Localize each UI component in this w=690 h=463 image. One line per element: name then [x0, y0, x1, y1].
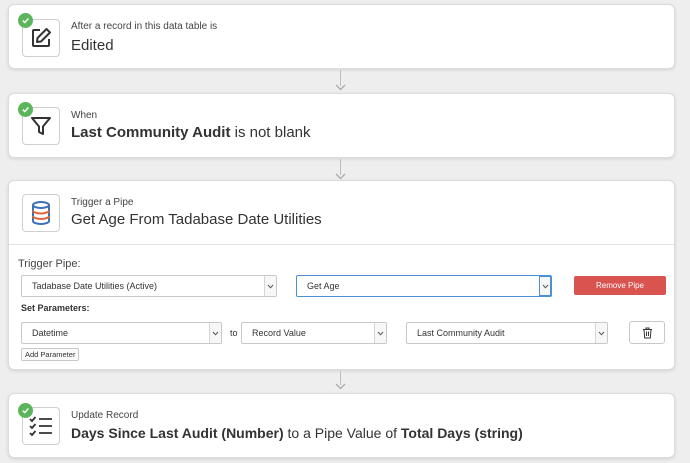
- pipe-title: Get Age From Tadabase Date Utilities: [71, 211, 322, 228]
- trigger-subtitle: After a record in this data table is: [71, 21, 218, 32]
- trigger-card[interactable]: After a record in this data table is Edi…: [8, 4, 675, 69]
- chevron-down-icon[interactable]: [539, 276, 551, 296]
- update-subtitle: Update Record: [71, 410, 139, 421]
- pipe-select[interactable]: Tadabase Date Utilities (Active): [21, 275, 277, 297]
- condition-card[interactable]: When Last Community Audit is not blank: [8, 93, 675, 158]
- database-icon: [22, 194, 60, 232]
- value-field-value: Last Community Audit: [417, 328, 505, 338]
- chevron-down-icon[interactable]: [595, 323, 607, 343]
- update-text: Days Since Last Audit (Number) to a Pipe…: [71, 425, 523, 441]
- pipe-card[interactable]: Trigger a Pipe Get Age From Tadabase Dat…: [8, 180, 675, 370]
- arrow-down-icon: [335, 84, 346, 91]
- check-icon: [18, 13, 33, 28]
- check-icon: [18, 102, 33, 117]
- set-parameters-label: Set Parameters:: [21, 303, 90, 313]
- to-label: to: [230, 328, 238, 338]
- condition-field: Last Community Audit: [71, 124, 231, 141]
- add-parameter-button[interactable]: Add Parameter: [21, 348, 80, 361]
- delete-param-button[interactable]: [629, 321, 665, 344]
- function-select[interactable]: Get Age: [296, 275, 552, 297]
- condition-rest: is not blank: [230, 124, 311, 141]
- chevron-down-icon[interactable]: [264, 276, 276, 296]
- param-name-select[interactable]: Datetime: [21, 322, 222, 344]
- pipe-subtitle: Trigger a Pipe: [71, 197, 134, 208]
- trash-icon: [642, 327, 652, 338]
- check-icon: [18, 403, 33, 418]
- condition-text: Last Community Audit is not blank: [71, 124, 311, 141]
- trigger-title: Edited: [71, 37, 114, 54]
- update-value: Total Days (string): [400, 425, 523, 441]
- value-type-value: Record Value: [252, 328, 306, 338]
- pipe-select-value: Tadabase Date Utilities (Active): [32, 281, 158, 291]
- chevron-down-icon[interactable]: [374, 323, 386, 343]
- remove-pipe-button[interactable]: Remove Pipe: [574, 276, 666, 295]
- update-middle: to a Pipe Value of: [283, 425, 401, 441]
- function-select-value: Get Age: [307, 281, 340, 291]
- arrow-down-icon: [335, 173, 346, 180]
- divider: [9, 244, 674, 245]
- arrow-down-icon: [335, 383, 346, 390]
- condition-subtitle: When: [71, 110, 98, 121]
- update-field: Days Since Last Audit (Number): [71, 425, 284, 441]
- value-type-select[interactable]: Record Value: [241, 322, 387, 344]
- update-card[interactable]: Update Record Days Since Last Audit (Num…: [8, 393, 675, 458]
- param-name-value: Datetime: [32, 328, 69, 338]
- value-field-select[interactable]: Last Community Audit: [406, 322, 608, 344]
- trigger-pipe-label: Trigger Pipe:: [18, 258, 81, 270]
- chevron-down-icon[interactable]: [209, 323, 221, 343]
